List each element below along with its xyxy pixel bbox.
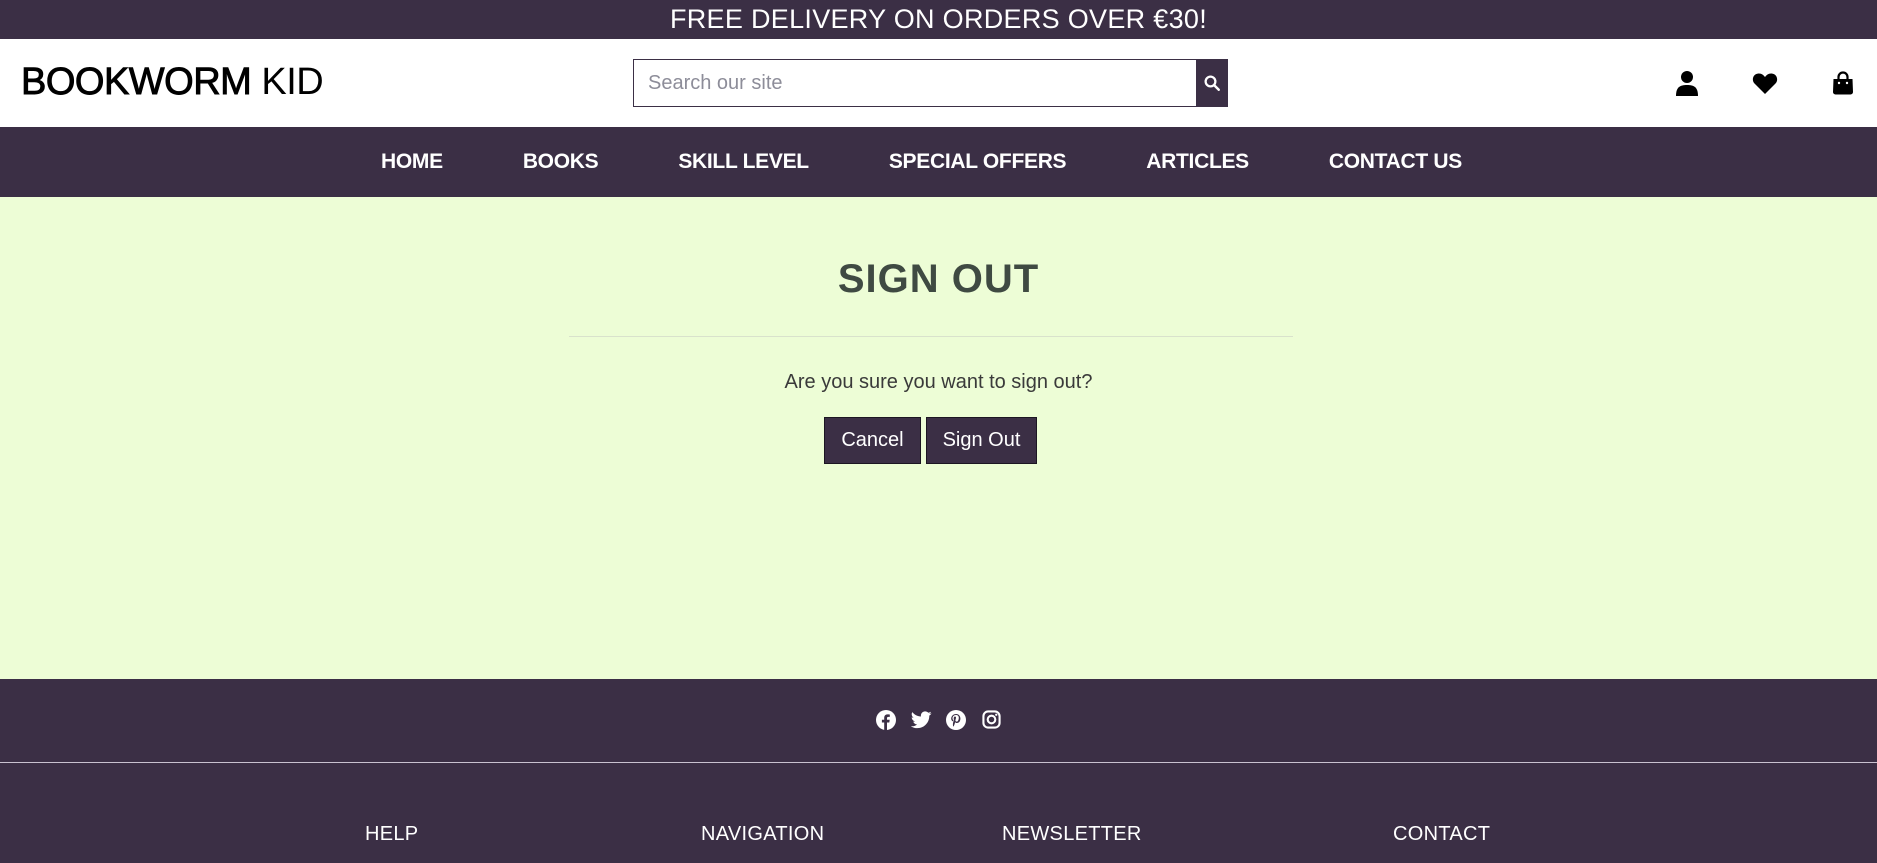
footer-heading-newsletter: NEWSLETTER (1002, 823, 1142, 845)
facebook-link[interactable] (876, 709, 897, 730)
wishlist-button[interactable] (1749, 67, 1781, 99)
footer-heading-contact: CONTACT (1393, 823, 1491, 845)
cancel-button[interactable]: Cancel (824, 417, 921, 464)
nav-item-articles[interactable]: ARTICLES (1146, 150, 1249, 174)
site-footer: HELP NAVIGATION NEWSLETTER CONTACT (0, 679, 1877, 863)
footer-divider (0, 762, 1877, 763)
nav-item-special-offers[interactable]: SPECIAL OFFERS (889, 150, 1067, 174)
user-icon (1676, 71, 1698, 96)
promo-text: FREE DELIVERY ON ORDERS OVER €30! (669, 4, 1208, 34)
logo-strong: BOOKWORM (21, 61, 253, 104)
nav-item-home[interactable]: HOME (381, 150, 443, 174)
shopping-bag-icon (1833, 71, 1853, 95)
search-button[interactable] (1196, 60, 1227, 106)
page-title: SIGN OUT (837, 257, 1040, 301)
instagram-icon (981, 710, 1001, 729)
sign-out-button[interactable]: Sign Out (926, 417, 1037, 464)
search-icon (1204, 75, 1220, 91)
signout-actions: Cancel Sign Out (824, 417, 1037, 464)
main-nav: HOME BOOKS SKILL LEVEL SPECIAL OFFERS AR… (0, 127, 1877, 197)
heart-icon (1752, 72, 1778, 94)
nav-item-books[interactable]: BOOKS (523, 150, 599, 174)
site-header: BOOKWORM KID (0, 39, 1877, 127)
search-form (633, 59, 1228, 107)
bag-button[interactable] (1827, 67, 1859, 99)
logo-light: KID (251, 61, 324, 103)
search-input[interactable] (634, 60, 1196, 106)
instagram-link[interactable] (981, 709, 1002, 730)
site-logo[interactable]: BOOKWORM KID (21, 61, 324, 104)
promo-banner: FREE DELIVERY ON ORDERS OVER €30! (0, 0, 1877, 39)
footer-heading-navigation: NAVIGATION (701, 823, 825, 845)
twitter-icon (910, 710, 932, 728)
twitter-link[interactable] (910, 709, 932, 730)
account-button[interactable] (1671, 67, 1703, 99)
main-content: SIGN OUT Are you sure you want to sign o… (0, 197, 1877, 679)
nav-item-skill-level[interactable]: SKILL LEVEL (678, 150, 809, 174)
signout-prompt: Are you sure you want to sign out? (784, 371, 1093, 393)
nav-item-contact-us[interactable]: CONTACT US (1329, 150, 1462, 174)
pinterest-icon (946, 709, 966, 730)
title-divider (569, 336, 1293, 337)
social-links (0, 709, 1877, 730)
footer-heading-help: HELP (365, 823, 419, 845)
facebook-icon (876, 709, 896, 730)
pinterest-link[interactable] (946, 709, 967, 730)
